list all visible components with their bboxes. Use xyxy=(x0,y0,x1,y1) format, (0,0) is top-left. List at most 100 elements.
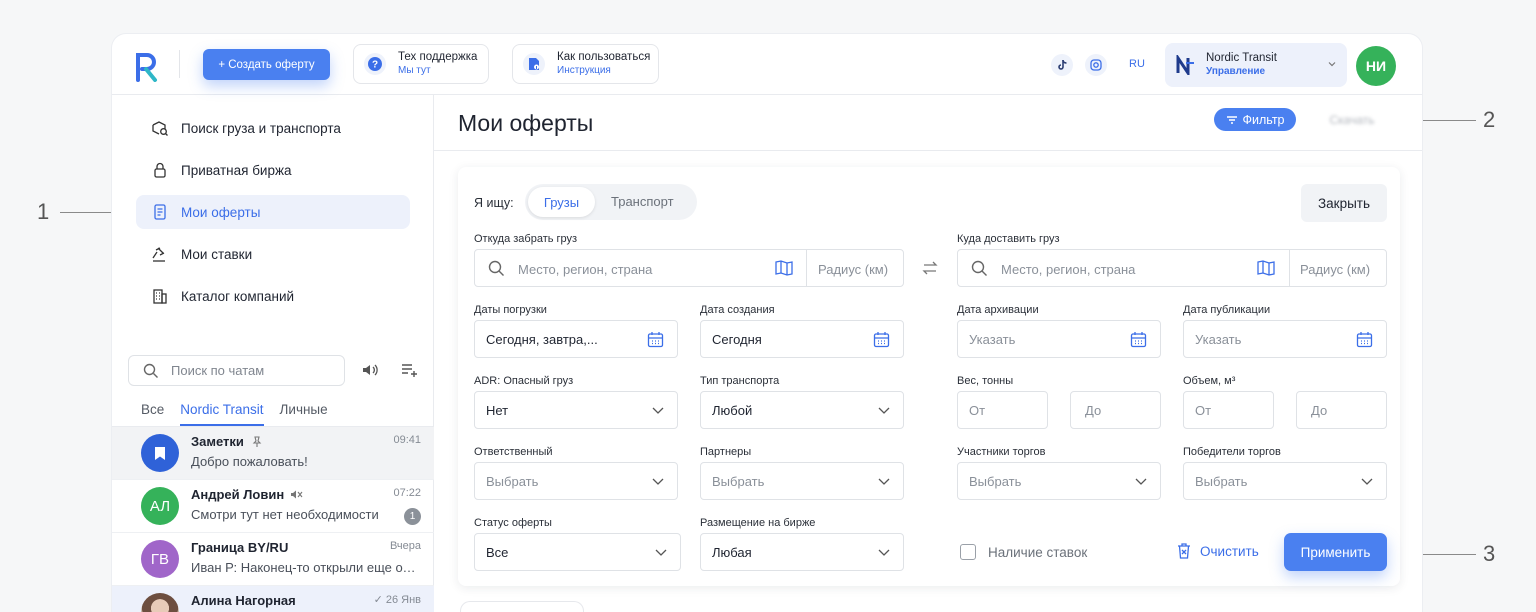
sidebar-item-catalog[interactable]: Каталог компаний xyxy=(136,279,410,313)
sidebar-item-my-offers[interactable]: Мои оферты xyxy=(136,195,410,229)
company-name: Nordic Transit xyxy=(1206,52,1277,64)
new-chat-icon[interactable] xyxy=(400,361,418,379)
segment-cargo[interactable]: Грузы xyxy=(528,187,595,217)
status-select[interactable]: Все xyxy=(474,533,681,571)
building-icon xyxy=(151,287,169,305)
bidders-label: Участники торгов xyxy=(957,446,1046,458)
sidebar-item-my-bids[interactable]: Мои ставки xyxy=(136,237,410,271)
chat-search-input[interactable]: Поиск по чатам xyxy=(128,355,345,386)
weight-to-placeholder: До xyxy=(1085,402,1102,418)
export-button[interactable]: Скачать xyxy=(1306,108,1398,131)
howto-title: Как пользоваться xyxy=(557,51,651,63)
chat-item[interactable]: ГВ Граница BY/RU Иван Р: Наконец-то откр… xyxy=(112,533,434,586)
to-location-input[interactable]: Место, регион, страна Радиус (км) xyxy=(957,249,1387,287)
weight-label: Вес, тонны xyxy=(957,375,1014,387)
chat-item[interactable]: Заметки Добро пожаловать! 09:41 xyxy=(112,427,434,480)
document-icon xyxy=(151,203,169,221)
bidders-value: Выбрать xyxy=(969,473,1022,489)
export-label: Скачать xyxy=(1329,112,1375,127)
load-dates-field[interactable]: Сегодня, завтра,... xyxy=(474,320,678,358)
from-placeholder: Место, регион, страна xyxy=(518,262,653,277)
sound-icon[interactable] xyxy=(361,362,379,378)
calendar-icon xyxy=(647,332,664,348)
bookmark-avatar xyxy=(141,434,179,472)
swap-icon[interactable] xyxy=(921,259,939,277)
winners-select[interactable]: Выбрать xyxy=(1183,462,1387,500)
user-avatar[interactable]: НИ xyxy=(1356,46,1396,86)
bidders-select[interactable]: Выбрать xyxy=(957,462,1161,500)
filter-button[interactable]: Фильтр xyxy=(1214,108,1296,131)
apply-button[interactable]: Применить xyxy=(1284,533,1387,571)
chat-item[interactable]: АЛ Андрей Ловин Смотри тут нет необходим… xyxy=(112,480,434,533)
load-dates-label: Даты погрузки xyxy=(474,304,547,316)
adr-select[interactable]: Нет xyxy=(474,391,678,429)
to-radius[interactable]: Радиус (км) xyxy=(1300,262,1370,277)
from-location-input[interactable]: Место, регион, страна Радиус (км) xyxy=(474,249,904,287)
weight-to-input[interactable]: До xyxy=(1070,391,1161,429)
placement-select[interactable]: Любая xyxy=(700,533,904,571)
chat-time: 09:41 xyxy=(393,434,421,446)
callout-2: 2 xyxy=(1483,107,1496,132)
divider xyxy=(1289,250,1290,286)
chevron-down-icon xyxy=(878,407,890,414)
published-field[interactable]: Указать xyxy=(1183,320,1387,358)
map-icon[interactable] xyxy=(1257,260,1275,276)
created-field[interactable]: Сегодня xyxy=(700,320,904,358)
howto-box[interactable]: Как пользоваться Инструкция xyxy=(512,44,659,84)
avatar: АЛ xyxy=(141,487,179,525)
map-icon[interactable] xyxy=(775,260,793,276)
chat-tab-company[interactable]: Nordic Transit xyxy=(180,402,264,426)
logo-icon[interactable] xyxy=(134,50,158,82)
partners-select[interactable]: Выбрать xyxy=(700,462,904,500)
topbar: + Создать оферту ? Тех поддержка Мы тут К… xyxy=(112,34,1422,95)
volume-to-input[interactable]: До xyxy=(1296,391,1387,429)
responsible-select[interactable]: Выбрать xyxy=(474,462,678,500)
placement-value: Любая xyxy=(712,544,752,560)
photo-avatar xyxy=(141,593,179,612)
chat-message: Иван Р: Наконец-то открыли еще один пунк… xyxy=(191,560,416,575)
chat-item[interactable]: Алина Нагорная ✓ 26 Янв xyxy=(112,586,434,612)
tiktok-icon[interactable] xyxy=(1051,54,1073,76)
checkbox-box[interactable] xyxy=(960,544,976,560)
archived-field[interactable]: Указать xyxy=(957,320,1161,358)
volume-from-placeholder: От xyxy=(1195,402,1212,418)
support-title: Тех поддержка xyxy=(398,51,478,63)
has-bids-checkbox[interactable]: Наличие ставок xyxy=(960,544,1087,560)
clear-button[interactable]: Очистить xyxy=(1177,543,1259,559)
archived-value: Указать xyxy=(969,331,1016,347)
sidebar-item-label: Мои оферты xyxy=(181,204,261,220)
app-window: + Создать оферту ? Тех поддержка Мы тут К… xyxy=(112,34,1422,612)
chat-tab-all[interactable]: Все xyxy=(141,402,164,426)
from-radius[interactable]: Радиус (км) xyxy=(818,262,888,277)
filter-icon xyxy=(1226,115,1237,124)
close-button[interactable]: Закрыть xyxy=(1301,184,1387,222)
svg-text:?: ? xyxy=(372,60,378,71)
segment-transport[interactable]: Транспорт xyxy=(611,194,674,209)
archived-label: Дата архивации xyxy=(957,304,1039,316)
transport-type-select[interactable]: Любой xyxy=(700,391,904,429)
chevron-down-icon xyxy=(878,478,890,485)
create-offer-button[interactable]: + Создать оферту xyxy=(203,49,330,80)
weight-from-input[interactable]: От xyxy=(957,391,1048,429)
calendar-icon xyxy=(1356,332,1373,348)
company-selector[interactable]: Nordic Transit Управление xyxy=(1165,43,1347,87)
instagram-icon[interactable] xyxy=(1085,54,1107,76)
support-box[interactable]: ? Тех поддержка Мы тут xyxy=(353,44,489,84)
chat-tab-personal[interactable]: Личные xyxy=(280,402,328,426)
pin-icon xyxy=(252,435,262,447)
filter-label: Фильтр xyxy=(1242,112,1285,127)
sidebar-item-private[interactable]: Приватная биржа xyxy=(136,153,410,187)
search-icon xyxy=(488,260,504,276)
language-switch[interactable]: RU xyxy=(1129,58,1145,70)
bottom-tab-hint xyxy=(460,601,584,612)
chat-name: Заметки xyxy=(191,434,244,449)
winners-value: Выбрать xyxy=(1195,473,1248,489)
chat-name: Граница BY/RU xyxy=(191,540,289,555)
calendar-icon xyxy=(1130,332,1147,348)
adr-value: Нет xyxy=(486,402,509,418)
gavel-icon xyxy=(151,245,169,263)
sidebar-item-label: Каталог компаний xyxy=(181,288,295,304)
sidebar-item-search[interactable]: Поиск груза и транспорта xyxy=(136,111,410,145)
chat-time: Вчера xyxy=(389,540,421,552)
volume-from-input[interactable]: От xyxy=(1183,391,1274,429)
